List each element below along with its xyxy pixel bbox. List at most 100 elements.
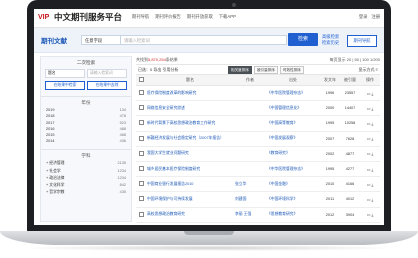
- pager[interactable]: 每页显示 20 | 50 | 100 1/200: [330, 56, 380, 64]
- row-checkbox[interactable]: [138, 211, 144, 217]
- nav-open-access[interactable]: 期刊开放获取: [187, 14, 213, 20]
- download-icon[interactable]: ⤓: [372, 182, 374, 187]
- download-icon[interactable]: ⤓: [372, 106, 374, 111]
- nav-download-app[interactable]: 下载APP: [219, 14, 236, 20]
- subject-name: 哲学宗教: [49, 190, 65, 195]
- row-checkbox[interactable]: [138, 135, 144, 141]
- toolbar-actions[interactable]: 已选：0 导出 引用分析: [138, 65, 178, 74]
- article-title[interactable]: 医疗保险制度改革的影响研究: [146, 85, 234, 102]
- select-all-checkbox[interactable]: [138, 77, 144, 82]
- read-icon[interactable]: ▭: [367, 151, 371, 156]
- read-icon[interactable]: ▭: [367, 197, 371, 202]
- result-count: 5,870,254: [148, 57, 166, 62]
- sort-option[interactable]: 时效性排序: [279, 66, 304, 74]
- year-facet[interactable]: 2016 488: [46, 127, 126, 131]
- year-facet[interactable]: 2019 134: [46, 108, 126, 112]
- subject-facet[interactable]: + 文化科学 842: [46, 183, 126, 188]
- row-checkbox[interactable]: [138, 90, 144, 96]
- exclude-results-button[interactable]: 在结果中去除: [87, 81, 127, 90]
- results-toolbar: 已选：0 导出 引用分析 相关度排序 被引量排序 时效性排序 显示方式 ≡: [136, 64, 380, 75]
- article-source[interactable]: 《教育研究》: [266, 146, 320, 162]
- year-facet[interactable]: 2018 478: [46, 114, 126, 118]
- sort-option[interactable]: 被引量排序: [253, 66, 278, 74]
- article-title[interactable]: 城乡居民基本医疗保险制度研究: [146, 161, 234, 178]
- year-facet[interactable]: 2014 436: [46, 139, 126, 143]
- article-title[interactable]: 中国商业银行发展报告2010: [146, 176, 234, 193]
- article-title[interactable]: 新疆经济发展与社会稳定研究（2007年报告）: [146, 131, 234, 147]
- subject-count: 435: [119, 190, 126, 195]
- row-checkbox[interactable]: [138, 105, 144, 111]
- read-icon[interactable]: ▭: [367, 121, 371, 126]
- download-icon[interactable]: ⤓: [372, 212, 374, 217]
- column-header: 被引量: [340, 75, 360, 86]
- article-author[interactable]: 李丽 王强: [234, 207, 266, 223]
- article-author[interactable]: [234, 85, 266, 102]
- row-checkbox[interactable]: [138, 150, 144, 156]
- advanced-search-link[interactable]: 高级检索: [322, 34, 339, 40]
- search-within-button[interactable]: 在结果中检索: [45, 81, 85, 90]
- article-source[interactable]: 《中国高等教育》: [266, 115, 320, 132]
- article-author[interactable]: [234, 131, 266, 147]
- login-link[interactable]: 登录: [359, 14, 368, 20]
- subject-facet[interactable]: + 政治法律 1234: [46, 176, 126, 181]
- article-title[interactable]: 网络信息安全研究综述: [146, 100, 234, 117]
- subject-facet[interactable]: + 哲学宗教 435: [46, 190, 126, 195]
- refine-scope-select[interactable]: 题名: [45, 69, 85, 78]
- read-icon[interactable]: ▭: [367, 136, 371, 141]
- article-author[interactable]: 刘建国: [234, 191, 266, 208]
- read-icon[interactable]: ▭: [367, 182, 371, 187]
- article-title[interactable]: 新时代背景下高校思想政治教育工作研究: [146, 115, 234, 132]
- download-icon[interactable]: ⤓: [372, 136, 374, 141]
- article-source[interactable]: 《中华医院管理杂志》: [266, 161, 320, 178]
- register-link[interactable]: 注册: [371, 14, 380, 20]
- year-label: 2016: [46, 126, 55, 131]
- read-icon[interactable]: ▭: [367, 212, 371, 217]
- year-facet[interactable]: 2015 468: [46, 133, 126, 137]
- journal-nav-button[interactable]: 期刊导航: [347, 35, 377, 47]
- article-source[interactable]: 《中国环境科学》: [266, 191, 320, 208]
- article-author[interactable]: [234, 161, 266, 178]
- download-icon[interactable]: ⤓: [372, 151, 374, 156]
- download-icon[interactable]: ⤓: [372, 167, 374, 172]
- article-source[interactable]: 《中国管理信息化》: [266, 100, 320, 117]
- article-author[interactable]: [234, 146, 266, 162]
- download-icon[interactable]: ⤓: [372, 121, 374, 126]
- read-icon[interactable]: ▭: [367, 106, 371, 111]
- sort-option[interactable]: 相关度排序: [228, 66, 252, 74]
- refine-input[interactable]: 请输入检索词: [87, 69, 127, 78]
- article-title[interactable]: 高校思想政治教育研究: [146, 207, 234, 223]
- search-history-link[interactable]: 检索历史: [322, 40, 339, 46]
- row-checkbox[interactable]: [138, 166, 144, 172]
- subject-facet[interactable]: + 经济管理 2135: [46, 161, 126, 166]
- year-facet[interactable]: 2017 523: [46, 121, 126, 125]
- article-source[interactable]: 《中国金融》: [266, 176, 320, 193]
- nav-evaluation[interactable]: 期刊评价报告: [155, 14, 181, 20]
- year-count: 134: [119, 108, 126, 113]
- search-scope-select[interactable]: 任意字段: [81, 35, 121, 45]
- article-cited: 3904: [340, 207, 360, 223]
- article-source[interactable]: 《中华医院管理杂志》: [266, 85, 320, 102]
- article-source[interactable]: 《中国发展观察》: [266, 131, 320, 147]
- nav-journals[interactable]: 期刊导航: [132, 14, 149, 20]
- article-title[interactable]: 我国大学生就业问题研究: [146, 146, 234, 162]
- vip-logo[interactable]: VIP: [38, 12, 52, 23]
- column-header: 作者: [234, 75, 266, 86]
- read-icon[interactable]: ▭: [367, 91, 371, 96]
- article-author[interactable]: [234, 115, 266, 132]
- read-icon[interactable]: ▭: [367, 167, 371, 172]
- subject-facet[interactable]: + 社会学 1234: [46, 169, 126, 174]
- row-checkbox[interactable]: [138, 181, 144, 187]
- article-title[interactable]: 中国环境保护与可持续发展: [146, 191, 234, 208]
- table-row: 我国大学生就业问题研究 《教育研究》 2002 4877 ▭ ⤓: [136, 146, 380, 162]
- search-button[interactable]: 检索: [288, 33, 318, 46]
- download-icon[interactable]: ⤓: [372, 197, 374, 202]
- row-checkbox[interactable]: [138, 196, 144, 202]
- display-mode[interactable]: 显示方式 ≡: [359, 65, 378, 74]
- row-checkbox[interactable]: [138, 120, 144, 126]
- download-icon[interactable]: ⤓: [372, 91, 374, 96]
- search-input[interactable]: 请输入检索词: [121, 35, 287, 45]
- article-source[interactable]: 《思想教育研究》: [266, 207, 320, 223]
- table-row: 城乡居民基本医疗保险制度研究 《中华医院管理杂志》 1995 4277 ▭ ⤓: [136, 161, 380, 178]
- article-author[interactable]: [234, 100, 266, 117]
- article-author[interactable]: 张立华: [234, 176, 266, 193]
